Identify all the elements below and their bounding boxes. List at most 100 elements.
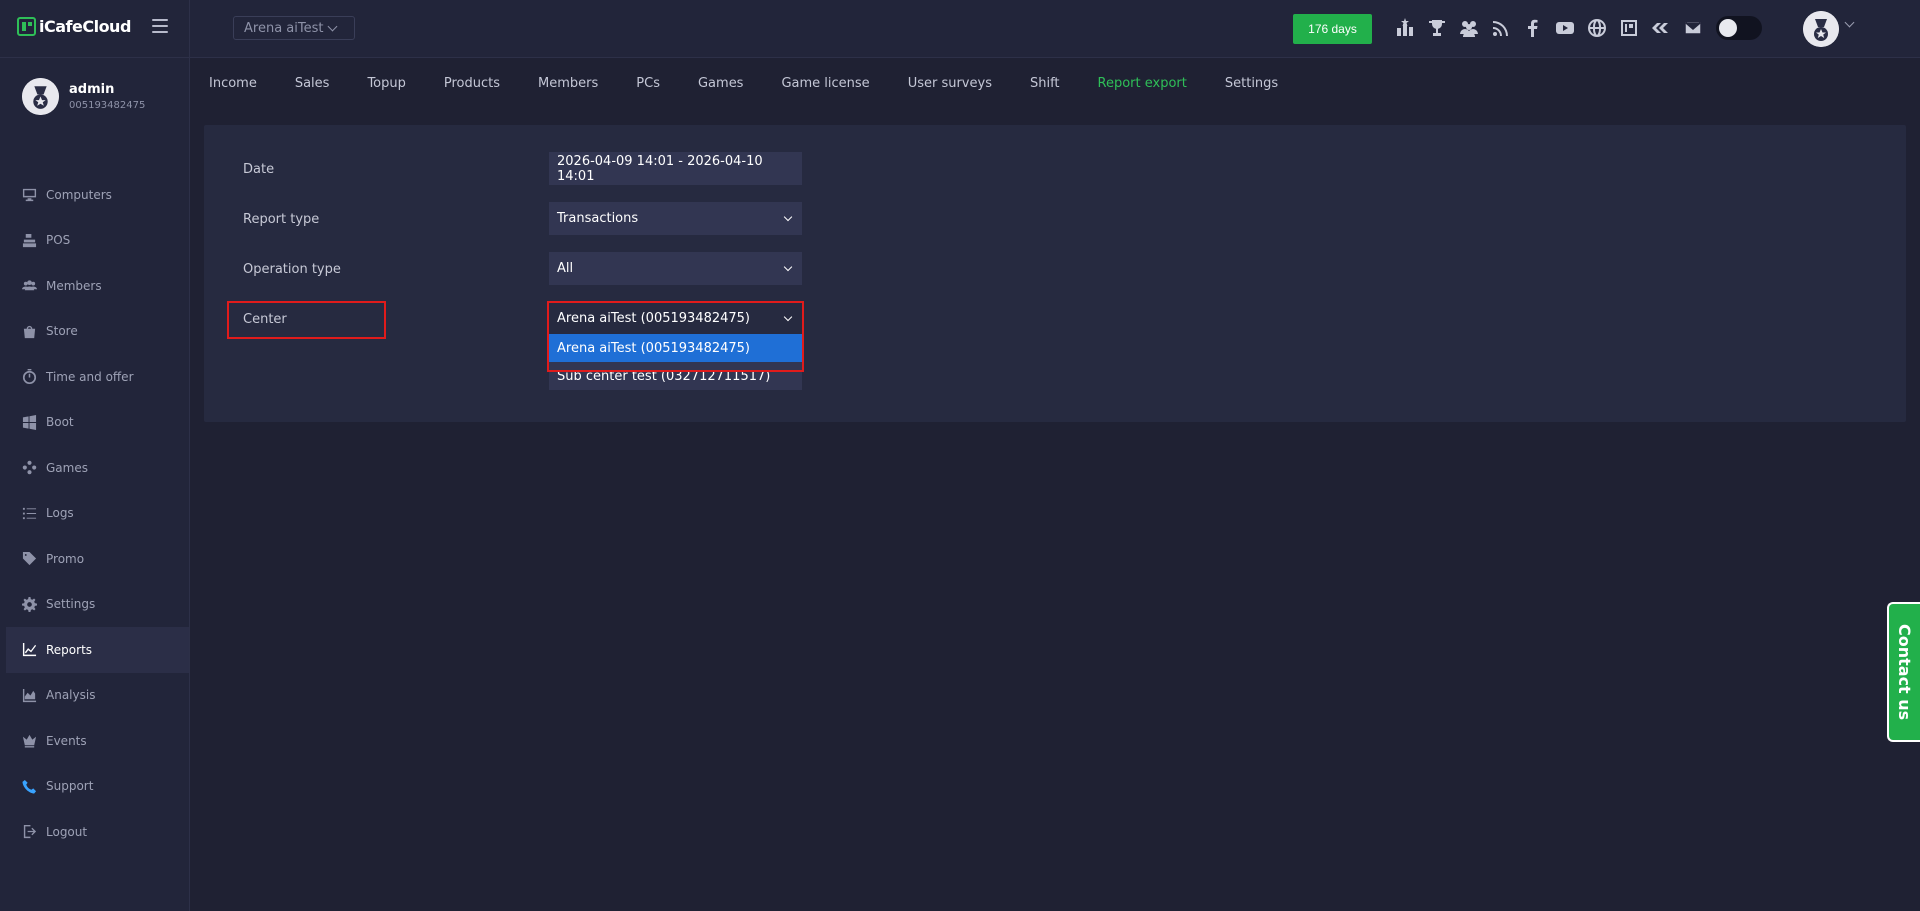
leaderboard-icon[interactable] bbox=[1394, 17, 1416, 39]
members-icon bbox=[22, 280, 37, 291]
sidebar-item-label: Logout bbox=[46, 824, 88, 839]
sidebar-item-pos[interactable]: POS bbox=[6, 218, 189, 264]
logo[interactable]: iCafeCloud bbox=[17, 17, 131, 36]
facebook-icon[interactable] bbox=[1522, 17, 1544, 39]
sidebar-item-reports[interactable]: Reports bbox=[6, 627, 189, 673]
center-switcher[interactable]: Arena aiTest bbox=[233, 16, 355, 40]
rss-icon[interactable] bbox=[1490, 17, 1512, 39]
sidebar-item-label: Games bbox=[46, 460, 88, 475]
center-label: Center bbox=[243, 312, 287, 327]
mail-icon[interactable] bbox=[1682, 17, 1704, 39]
sidebar-item-label: Support bbox=[46, 779, 94, 794]
bag-icon bbox=[23, 325, 36, 338]
center-select-highlight bbox=[547, 301, 804, 372]
tab-user-surveys[interactable]: User surveys bbox=[908, 76, 992, 91]
tag-icon bbox=[22, 552, 37, 566]
sidebar-item-label: Members bbox=[46, 278, 102, 293]
theme-toggle[interactable] bbox=[1716, 16, 1762, 40]
tab-pcs[interactable]: PCs bbox=[636, 76, 660, 91]
pos-icon bbox=[22, 233, 37, 247]
tab-games[interactable]: Games bbox=[698, 76, 743, 91]
sidebar-item-store[interactable]: Store bbox=[6, 309, 189, 355]
tab-products[interactable]: Products bbox=[444, 76, 500, 91]
sidebar-item-label: Logs bbox=[46, 506, 74, 521]
tab-settings[interactable]: Settings bbox=[1225, 76, 1278, 91]
tab-members[interactable]: Members bbox=[538, 76, 598, 91]
sidebar-item-members[interactable]: Members bbox=[6, 263, 189, 309]
chart-area-icon bbox=[22, 688, 37, 702]
sidebar-item-games[interactable]: Games bbox=[6, 445, 189, 491]
sidebar-item-computers[interactable]: Computers bbox=[6, 172, 189, 218]
sidebar-item-support[interactable]: Support bbox=[6, 764, 189, 810]
sidebar-item-label: Promo bbox=[46, 551, 85, 566]
sidebar-item-settings[interactable]: Settings bbox=[6, 582, 189, 628]
monitor-icon bbox=[22, 189, 37, 202]
sidebar-item-label: Events bbox=[46, 733, 87, 748]
sidebar-item-events[interactable]: Events bbox=[6, 718, 189, 764]
contact-us-button[interactable]: Contact us bbox=[1887, 602, 1920, 742]
avatar[interactable] bbox=[1803, 11, 1839, 47]
crown-icon bbox=[22, 735, 37, 748]
sidebar-nav: Computers POS Members Store Time and off… bbox=[6, 172, 189, 855]
sidebar-item-label: Analysis bbox=[46, 688, 96, 703]
header-icons bbox=[1394, 16, 1762, 40]
sidebar-item-logout[interactable]: Logout bbox=[6, 809, 189, 855]
chevron-down-icon[interactable] bbox=[1844, 17, 1855, 28]
chevron-down-icon bbox=[783, 262, 793, 272]
report-type-select[interactable]: Transactions bbox=[549, 202, 802, 235]
youtube-icon[interactable] bbox=[1554, 17, 1576, 39]
logo-text: iCafeCloud bbox=[39, 17, 131, 36]
avatar bbox=[22, 78, 59, 115]
report-tabs: Income Sales Topup Products Members PCs … bbox=[209, 76, 1316, 91]
tab-topup[interactable]: Topup bbox=[367, 76, 405, 91]
tab-game-license[interactable]: Game license bbox=[781, 76, 869, 91]
globe-icon[interactable] bbox=[1586, 17, 1608, 39]
sidebar-item-analysis[interactable]: Analysis bbox=[6, 673, 189, 719]
tab-shift[interactable]: Shift bbox=[1030, 76, 1060, 91]
date-label: Date bbox=[243, 162, 275, 177]
windows-icon bbox=[22, 414, 37, 430]
sidebar-item-time-and-offer[interactable]: Time and offer bbox=[6, 354, 189, 400]
users-icon[interactable] bbox=[1458, 17, 1480, 39]
menu-toggle-icon[interactable] bbox=[152, 19, 168, 33]
sidebar: admin 005193482475 Computers POS Members… bbox=[0, 58, 189, 911]
user-profile: admin 005193482475 bbox=[22, 78, 145, 115]
operation-type-select[interactable]: All bbox=[549, 252, 802, 285]
sidebar-item-logs[interactable]: Logs bbox=[6, 491, 189, 537]
ggrock-icon[interactable] bbox=[1650, 17, 1672, 39]
date-range-value: 2026-04-09 14:01 - 2026-04-10 14:01 bbox=[557, 153, 763, 184]
operation-type-value: All bbox=[557, 261, 574, 276]
stopwatch-icon bbox=[22, 369, 37, 385]
tab-income[interactable]: Income bbox=[209, 76, 257, 91]
chevron-down-icon bbox=[328, 21, 338, 32]
icafe-icon[interactable] bbox=[1618, 17, 1640, 39]
sidebar-item-label: Computers bbox=[46, 187, 112, 202]
date-range-input[interactable]: 2026-04-09 14:01 - 2026-04-10 14:01 bbox=[549, 152, 802, 185]
sidebar-item-label: Reports bbox=[46, 642, 93, 657]
user-name: admin bbox=[69, 82, 115, 97]
report-type-value: Transactions bbox=[557, 211, 639, 226]
sidebar-item-label: Time and offer bbox=[46, 369, 134, 384]
center-switcher-label: Arena aiTest bbox=[244, 20, 324, 36]
list-icon bbox=[22, 507, 37, 519]
icafe-logo-icon bbox=[17, 17, 36, 36]
tab-report-export[interactable]: Report export bbox=[1098, 76, 1187, 91]
sidebar-item-label: Settings bbox=[46, 597, 96, 612]
report-export-panel: Date 2026-04-09 14:01 - 2026-04-10 14:01… bbox=[204, 125, 1906, 422]
trophy-icon[interactable] bbox=[1426, 17, 1448, 39]
sidebar-item-promo[interactable]: Promo bbox=[6, 536, 189, 582]
gear-icon bbox=[22, 596, 37, 612]
top-bar: iCafeCloud Arena aiTest 176 days bbox=[0, 0, 1920, 58]
license-days-badge[interactable]: 176 days bbox=[1293, 14, 1372, 44]
operation-type-label: Operation type bbox=[243, 262, 341, 277]
divider bbox=[189, 0, 190, 911]
gamepad-icon bbox=[22, 461, 37, 475]
sidebar-item-boot[interactable]: Boot bbox=[6, 400, 189, 446]
user-id: 005193482475 bbox=[69, 100, 146, 111]
phone-icon bbox=[22, 779, 37, 794]
chevron-down-icon bbox=[783, 212, 793, 222]
tab-sales[interactable]: Sales bbox=[295, 76, 330, 91]
chart-line-icon bbox=[22, 643, 37, 657]
sidebar-item-label: Store bbox=[46, 324, 78, 339]
sidebar-item-label: Boot bbox=[46, 415, 74, 430]
